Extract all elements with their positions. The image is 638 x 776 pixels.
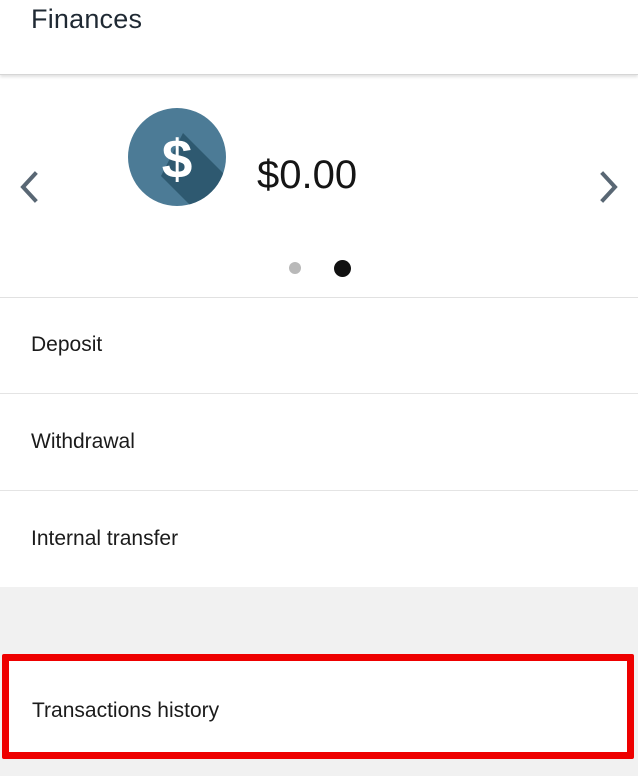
- section-separator: [0, 587, 638, 659]
- balance-amount: $0.00: [257, 153, 358, 197]
- finance-actions-list: Deposit Withdrawal Internal transfer: [0, 298, 638, 588]
- carousel-next-button[interactable]: [590, 168, 628, 206]
- page-dot-2-active[interactable]: [334, 260, 351, 277]
- carousel-prev-button[interactable]: [10, 168, 48, 206]
- menu-item-label: Transactions history: [32, 699, 220, 722]
- dollar-coin-icon: $: [128, 108, 226, 206]
- menu-item-label: Deposit: [31, 333, 103, 356]
- menu-item-withdrawal[interactable]: Withdrawal: [0, 395, 638, 491]
- carousel-page-indicator: [0, 257, 638, 277]
- top-bar: Finances: [0, 0, 638, 75]
- page-dot-1[interactable]: [289, 262, 301, 274]
- svg-text:$: $: [162, 128, 193, 190]
- bottom-spacer: [0, 759, 638, 776]
- page-title: Finances: [31, 4, 143, 34]
- menu-item-label: Withdrawal: [31, 430, 135, 453]
- chevron-left-icon: [20, 171, 38, 203]
- menu-item-internal-transfer[interactable]: Internal transfer: [0, 492, 638, 588]
- menu-item-label: Internal transfer: [31, 527, 179, 550]
- menu-item-transactions-history[interactable]: Transactions history: [9, 661, 627, 752]
- chevron-right-icon: [600, 171, 618, 203]
- menu-item-deposit[interactable]: Deposit: [0, 298, 638, 394]
- finances-screen: Finances $ $0.00 Deposit Withdrawal Inte…: [0, 0, 638, 776]
- balance-carousel[interactable]: $ $0.00: [0, 75, 638, 298]
- highlight-box: Transactions history: [2, 654, 634, 759]
